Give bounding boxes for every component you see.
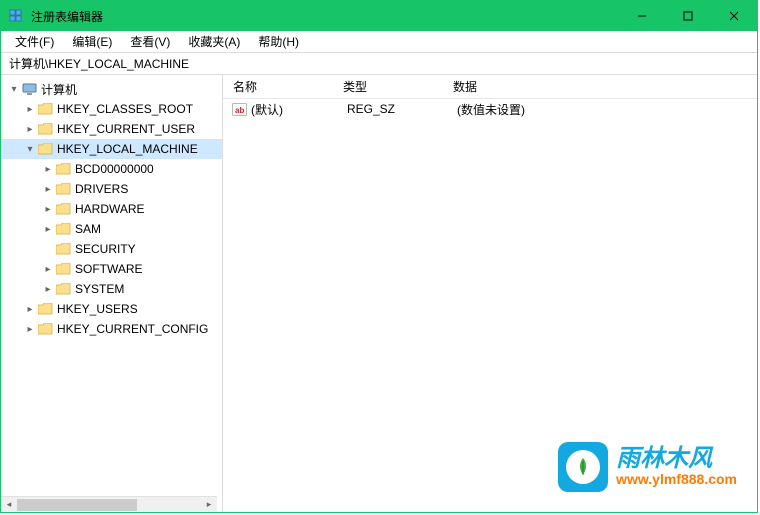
- tree-label: SYSTEM: [75, 282, 124, 296]
- tree-label: SECURITY: [75, 242, 136, 256]
- folder-icon: [55, 162, 71, 176]
- tree-label: HARDWARE: [75, 202, 145, 216]
- menu-favorites[interactable]: 收藏夹(A): [182, 31, 246, 52]
- tree-label: HKEY_LOCAL_MACHINE: [57, 142, 198, 156]
- tree-root-computer[interactable]: ▾ 计算机: [1, 79, 222, 99]
- chevron-right-icon[interactable]: ▸: [23, 304, 37, 315]
- menu-help[interactable]: 帮助(H): [252, 31, 305, 52]
- folder-icon: [55, 202, 71, 216]
- maximize-button[interactable]: [665, 1, 711, 31]
- scroll-right-arrow-icon[interactable]: ▸: [201, 497, 217, 513]
- folder-icon: [55, 262, 71, 276]
- tree-label: HKEY_CLASSES_ROOT: [57, 102, 193, 116]
- tree-label: HKEY_USERS: [57, 302, 138, 316]
- chevron-right-icon[interactable]: ▸: [41, 224, 55, 235]
- tree-system[interactable]: ▸ SYSTEM: [1, 279, 222, 299]
- horizontal-scrollbar[interactable]: ◂ ▸: [1, 496, 217, 512]
- app-icon: [9, 8, 25, 24]
- tree-hkey-users[interactable]: ▸ HKEY_USERS: [1, 299, 222, 319]
- tree-label: 计算机: [41, 81, 77, 98]
- column-header-data[interactable]: 数据: [453, 78, 757, 95]
- folder-icon: [55, 222, 71, 236]
- window-title: 注册表编辑器: [31, 8, 103, 25]
- computer-icon: [21, 82, 37, 96]
- svg-text:ab: ab: [235, 106, 244, 115]
- tree-security[interactable]: ▸ SECURITY: [1, 239, 222, 259]
- menu-view[interactable]: 查看(V): [124, 31, 176, 52]
- folder-icon: [55, 182, 71, 196]
- value-row-default[interactable]: ab (默认) REG_SZ (数值未设置): [223, 99, 757, 119]
- folder-icon: [37, 302, 53, 316]
- tree-label: SAM: [75, 222, 101, 236]
- chevron-right-icon[interactable]: ▸: [41, 164, 55, 175]
- value-name: (默认): [251, 101, 347, 118]
- tree-hkey-current-config[interactable]: ▸ HKEY_CURRENT_CONFIG: [1, 319, 222, 339]
- tree-hkey-classes-root[interactable]: ▸ HKEY_CLASSES_ROOT: [1, 99, 222, 119]
- tree-hkey-current-user[interactable]: ▸ HKEY_CURRENT_USER: [1, 119, 222, 139]
- folder-icon: [37, 142, 53, 156]
- string-value-icon: ab: [231, 102, 247, 116]
- titlebar[interactable]: 注册表编辑器: [1, 1, 757, 31]
- value-type: REG_SZ: [347, 102, 457, 116]
- folder-icon: [37, 102, 53, 116]
- window-controls: [619, 1, 757, 31]
- tree-bcd[interactable]: ▸ BCD00000000: [1, 159, 222, 179]
- folder-icon: [37, 122, 53, 136]
- folder-icon: [55, 242, 71, 256]
- menu-edit[interactable]: 编辑(E): [66, 31, 118, 52]
- tree-label: HKEY_CURRENT_CONFIG: [57, 322, 208, 336]
- tree-panel[interactable]: ▾ 计算机 ▸ HKEY_CLASSES_ROOT ▸ HKEY_CURRENT…: [1, 75, 223, 512]
- tree-label: DRIVERS: [75, 182, 128, 196]
- address-text: 计算机\HKEY_LOCAL_MACHINE: [9, 55, 189, 72]
- folder-icon: [55, 282, 71, 296]
- tree-hkey-local-machine[interactable]: ▾ HKEY_LOCAL_MACHINE: [1, 139, 222, 159]
- tree-label: BCD00000000: [75, 162, 154, 176]
- value-list-panel[interactable]: 名称 类型 数据 ab (默认) REG_SZ (数值未设置): [223, 75, 757, 512]
- menubar: 文件(F) 编辑(E) 查看(V) 收藏夹(A) 帮助(H): [1, 31, 757, 53]
- chevron-right-icon[interactable]: ▸: [23, 324, 37, 335]
- list-header: 名称 类型 数据: [223, 75, 757, 99]
- chevron-right-icon[interactable]: ▸: [41, 284, 55, 295]
- chevron-right-icon[interactable]: ▸: [23, 104, 37, 115]
- column-header-type[interactable]: 类型: [343, 78, 453, 95]
- tree-software[interactable]: ▸ SOFTWARE: [1, 259, 222, 279]
- chevron-down-icon[interactable]: ▾: [23, 144, 37, 155]
- chevron-right-icon[interactable]: ▸: [41, 184, 55, 195]
- close-button[interactable]: [711, 1, 757, 31]
- column-header-name[interactable]: 名称: [223, 78, 343, 95]
- registry-editor-window: 注册表编辑器 文件(F) 编辑(E) 查看(V) 收藏夹(A) 帮助(H) 计算…: [0, 0, 758, 513]
- minimize-button[interactable]: [619, 1, 665, 31]
- chevron-right-icon[interactable]: ▸: [23, 124, 37, 135]
- chevron-right-icon[interactable]: ▸: [41, 264, 55, 275]
- chevron-right-icon[interactable]: ▸: [41, 204, 55, 215]
- main-area: ▾ 计算机 ▸ HKEY_CLASSES_ROOT ▸ HKEY_CURRENT…: [1, 75, 757, 512]
- tree-drivers[interactable]: ▸ DRIVERS: [1, 179, 222, 199]
- scroll-left-arrow-icon[interactable]: ◂: [1, 497, 17, 513]
- tree-label: SOFTWARE: [75, 262, 143, 276]
- tree-label: HKEY_CURRENT_USER: [57, 122, 195, 136]
- menu-file[interactable]: 文件(F): [9, 31, 60, 52]
- tree-hardware[interactable]: ▸ HARDWARE: [1, 199, 222, 219]
- chevron-down-icon[interactable]: ▾: [7, 84, 21, 95]
- scroll-thumb[interactable]: [17, 499, 137, 511]
- value-data: (数值未设置): [457, 101, 757, 118]
- tree-sam[interactable]: ▸ SAM: [1, 219, 222, 239]
- address-bar[interactable]: 计算机\HKEY_LOCAL_MACHINE: [1, 53, 757, 75]
- folder-icon: [37, 322, 53, 336]
